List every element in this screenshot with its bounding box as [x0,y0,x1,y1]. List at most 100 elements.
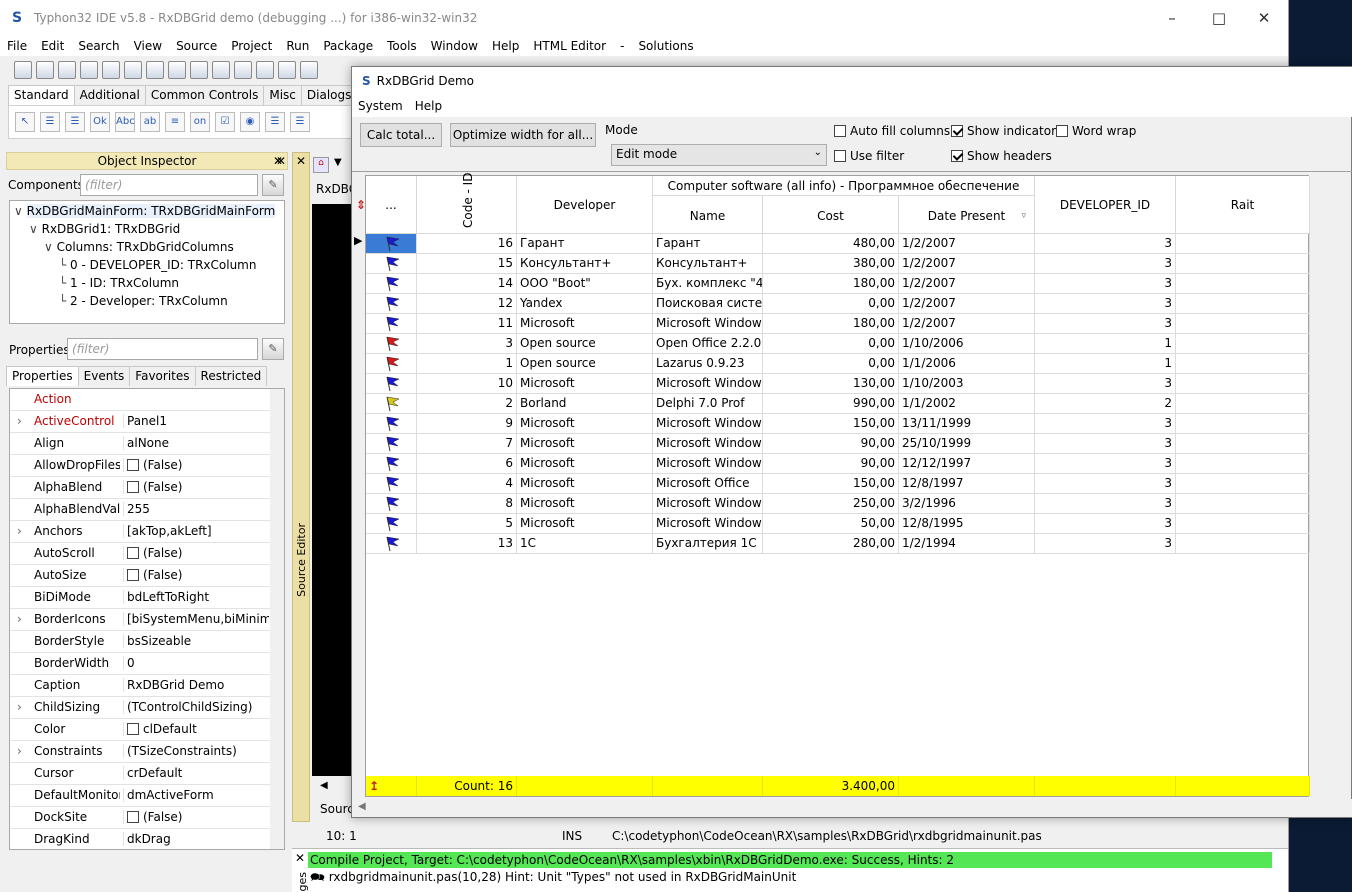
cell-name[interactable]: Open Office 2.2.0 [653,334,763,354]
tree-node[interactable]: ∨ RxDBGrid1: TRxDBGrid [29,220,180,238]
dropdown-icon[interactable]: ▼ [334,157,342,168]
source-editor-dock[interactable]: Source Editor [292,152,310,822]
cell-code-id[interactable]: 6 [417,454,517,474]
main-menu-icon[interactable]: ☰ [40,112,60,132]
cell-developer[interactable]: Microsoft [517,314,653,334]
cell-code-id[interactable]: 2 [417,394,517,414]
cell-rait[interactable] [1176,534,1310,554]
cell-date[interactable]: 12/8/1997 [899,474,1035,494]
property-value[interactable]: (TControlChildSizing) [123,700,269,714]
cell-date[interactable]: 1/10/2006 [899,334,1035,354]
property-value[interactable]: crDefault [123,766,269,780]
show-indicator-checkbox[interactable]: Show indicator [951,124,1056,138]
cell-rait[interactable] [1176,274,1310,294]
inspector-tab[interactable]: Restricted [194,366,268,386]
property-row[interactable]: BorderStyle bsSizeable [10,631,270,653]
maximize-icon[interactable]: □ [1207,6,1231,30]
palette-tab[interactable]: Additional [73,85,146,105]
property-value[interactable]: clDefault [123,722,269,736]
cell-name[interactable]: Lazarus 0.9.23 [653,354,763,374]
cell-rait[interactable] [1176,474,1310,494]
cell-code-id[interactable]: 3 [417,334,517,354]
cell-developer-id[interactable]: 2 [1035,394,1176,414]
cell-flag[interactable] [366,394,417,414]
palette-tab[interactable]: Common Controls [144,85,265,105]
cell-date[interactable]: 12/8/1995 [899,514,1035,534]
components-filter-input[interactable]: (filter) [80,174,258,196]
cell-flag[interactable] [366,454,417,474]
scroll-left-icon[interactable]: ◀ [358,801,366,812]
property-row[interactable]: DefaultMonitor dmActiveForm [10,785,270,807]
cell-date[interactable]: 1/1/2002 [899,394,1035,414]
cell-cost[interactable]: 150,00 [763,414,899,434]
cell-name[interactable]: Поисковая системы [653,294,763,314]
expand-icon[interactable]: › [17,612,22,626]
cell-flag[interactable] [366,534,417,554]
table-row[interactable]: 4 Microsoft Microsoft Office 150,00 12/8/199… [366,474,1310,494]
tree-node[interactable]: ∨ Columns: TRxDbGridColumns [44,238,234,256]
cell-flag[interactable] [366,274,417,294]
expand-icon[interactable]: › [17,700,22,714]
editor-tab-source[interactable]: Sourc [320,802,354,816]
property-value[interactable]: 255 [123,502,269,516]
property-value[interactable]: dmActiveForm [123,788,269,802]
cell-rait[interactable] [1176,454,1310,474]
property-value[interactable]: (False) [123,810,269,824]
cell-date[interactable]: 1/2/2007 [899,294,1035,314]
cell-developer[interactable]: Гарант [517,234,653,254]
header-developer[interactable]: Developer [517,176,653,234]
property-row[interactable]: BorderWidth 0 [10,653,270,675]
checkbox-icon[interactable] [127,459,139,471]
pointer-icon[interactable]: ↖ [15,112,35,132]
property-row[interactable]: Action [10,389,270,411]
cell-rait[interactable] [1176,254,1310,274]
cell-flag[interactable] [366,314,417,334]
optimize-width-button[interactable]: Optimize width for all... [450,123,596,147]
cell-developer[interactable]: Microsoft [517,494,653,514]
checkbox-icon[interactable] [127,481,139,493]
cell-developer[interactable]: Microsoft [517,374,653,394]
table-row[interactable]: 13 1C Бухгалтерия 1С 280,00 1/2/1994 3 [366,534,1310,554]
property-row[interactable]: AutoSize (False) [10,565,270,587]
cell-code-id[interactable]: 8 [417,494,517,514]
cell-developer[interactable]: Borland [517,394,653,414]
cell-cost[interactable]: 250,00 [763,494,899,514]
cell-cost[interactable]: 90,00 [763,434,899,454]
tree-node[interactable]: └ 1 - ID: TRxColumn [59,274,179,292]
cell-code-id[interactable]: 1 [417,354,517,374]
property-value[interactable]: RxDBGrid Demo [123,678,269,692]
header-dots[interactable]: ⇕ ... [356,176,417,234]
table-row[interactable]: 10 Microsoft Microsoft Windows 130,00 1/10/2… [366,374,1310,394]
demo-menu-item[interactable]: Help [409,99,448,113]
expand-icon[interactable]: › [17,524,22,538]
cell-flag[interactable] [366,494,417,514]
property-row[interactable]: Color clDefault [10,719,270,741]
table-row[interactable]: 6 Microsoft Microsoft Windows 90,00 12/12/19… [366,454,1310,474]
cell-developer[interactable]: Open source [517,334,653,354]
menu-item[interactable]: Project [224,39,279,53]
popup-menu-icon[interactable]: ☰ [65,112,85,132]
header-code-id[interactable]: Code - ID [417,173,517,234]
menu-item[interactable]: Tools [380,39,424,53]
table-row[interactable]: 7 Microsoft Microsoft Windows 90,00 25/10/19… [366,434,1310,454]
close-icon[interactable]: ✕ [276,154,286,168]
cell-developer[interactable]: Microsoft [517,414,653,434]
cell-rait[interactable] [1176,234,1310,254]
tree-node[interactable]: └ 0 - DEVELOPER_ID: TRxColumn [59,256,256,274]
menu-item[interactable]: Solutions [631,39,700,53]
options-icon[interactable] [234,61,252,79]
cell-developer-id[interactable]: 1 [1035,334,1176,354]
cell-developer[interactable]: 1C [517,534,653,554]
cell-code-id[interactable]: 15 [417,254,517,274]
close-icon[interactable]: ✕ [296,154,306,168]
show-headers-checkbox[interactable]: Show headers [951,149,1052,163]
property-row[interactable]: Cursor crDefault [10,763,270,785]
use-filter-checkbox[interactable]: Use filter [834,149,904,163]
cell-developer[interactable]: Open source [517,354,653,374]
property-value[interactable]: (False) [123,546,269,560]
property-value[interactable]: alNone [123,436,269,450]
filter-clear-icon[interactable]: ✎ [262,174,284,196]
build-icon[interactable] [190,61,208,79]
cell-rait[interactable] [1176,494,1310,514]
property-value[interactable]: (TSizeConstraints) [123,744,269,758]
